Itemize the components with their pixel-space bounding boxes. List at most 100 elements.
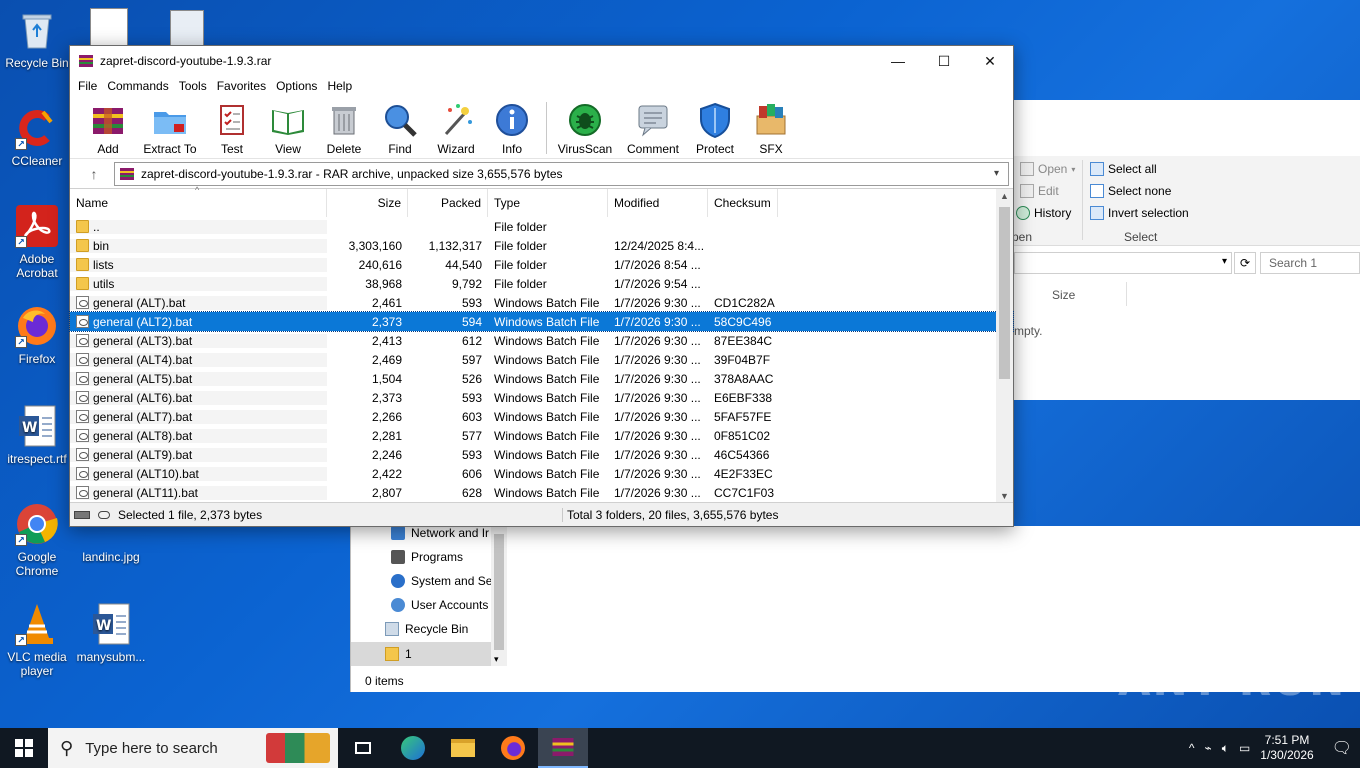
taskbar-edge[interactable] [388,728,438,768]
cell-name: general (ALT6).bat [70,390,327,405]
ribbon-open-button[interactable]: Open ▾ [1020,162,1075,176]
column-header-modified[interactable]: Modified [608,189,708,217]
taskbar-search-box[interactable]: ⚲ Type here to search [48,728,338,768]
nav-item-programs[interactable]: Programs [391,550,463,564]
file-row[interactable]: general (ALT2).bat 2,373 594 Windows Batch … [69,311,1014,332]
clock[interactable]: 7:51 PM 1/30/2026 [1260,733,1313,763]
archive-path-combobox[interactable]: zapret-discord-youtube-1.9.3.rar - RAR a… [114,161,1009,186]
column-header-type[interactable]: Type [488,189,608,217]
column-header-packed[interactable]: Packed [408,189,488,217]
find-button[interactable]: Find [374,102,426,158]
notifications-icon[interactable]: 🗨︎ [1332,738,1352,758]
file-row[interactable]: general (ALT10).bat 2,422 606 Windows Batch… [70,464,1013,483]
menu-commands[interactable]: Commands [102,79,173,93]
desktop-icon-vlc[interactable]: ↗ VLC media player [0,602,74,678]
svg-text:W: W [22,420,37,436]
menu-options[interactable]: Options [271,79,322,93]
ribbon-invert-selection-button[interactable]: Invert selection [1090,206,1189,220]
chevron-down-icon[interactable]: ▾ [494,654,499,665]
nav-item-network[interactable]: Network and Ir [391,526,489,540]
task-view-button[interactable] [338,728,388,768]
minimize-button[interactable]: — [875,46,921,76]
file-row[interactable]: .. File folder [70,217,1013,236]
nav-scrollbar[interactable]: ▾ [491,526,507,666]
file-row[interactable]: general (ALT11).bat 2,807 628 Windows Batch… [70,483,1013,502]
info-button[interactable]: Info [486,102,538,158]
scroll-down-arrow-icon[interactable]: ▼ [996,491,1013,501]
taskbar-firefox[interactable] [488,728,538,768]
nav-item-recycle-bin[interactable]: Recycle Bin [385,622,468,636]
start-button[interactable] [0,728,48,768]
cell-checksum: 87EE384C [714,333,773,348]
chevron-down-icon[interactable]: ▾ [994,168,1008,179]
batch-file-icon [76,410,89,423]
nav-item-folder-1[interactable]: 1 [351,642,491,666]
scrollbar-thumb[interactable] [999,207,1010,379]
refresh-icon[interactable]: ⟳ [1234,252,1256,274]
desktop-icon-itrespect[interactable]: W itrespect.rtf [0,404,74,466]
scroll-up-arrow-icon[interactable]: ▲ [996,191,1013,201]
file-row[interactable]: bin 3,303,160 1,132,317 File folder 12/24/20… [70,236,1013,255]
nav-item-user-accounts[interactable]: User Accounts [391,598,488,612]
menu-tools[interactable]: Tools [174,79,212,93]
column-header-size[interactable]: Size [327,189,408,217]
file-row[interactable]: general (ALT7).bat 2,266 603 Windows Batch … [70,407,1013,426]
file-row[interactable]: utils 38,968 9,792 File folder 1/7/2026 9:54… [70,274,1013,293]
view-button[interactable]: View [262,102,314,158]
up-arrow-icon[interactable]: ↑ [74,166,114,182]
comment-button[interactable]: Comment [621,102,685,158]
wizard-button[interactable]: Wizard [430,102,482,158]
cell-modified: 12/24/2025 8:4... [614,238,705,253]
folder-icon [451,739,475,757]
protect-button[interactable]: Protect [689,102,741,158]
desktop-icon-firefox[interactable]: ↗ Firefox [0,304,74,366]
chevron-down-icon[interactable]: ▾ [1222,256,1227,267]
close-button[interactable]: ✕ [967,46,1013,76]
test-button[interactable]: Test [206,102,258,158]
ribbon-select-all-button[interactable]: Select all [1090,162,1157,176]
cell-modified: 1/7/2026 9:30 ... [614,409,701,424]
network-icon[interactable]: ⌁ [1205,741,1212,755]
ribbon-history-button[interactable]: History [1016,206,1071,220]
column-header-checksum[interactable]: Checksum [708,189,778,217]
file-row[interactable]: general (ALT).bat 2,461 593 Windows Batch F… [70,293,1013,312]
explorer-size-column-header[interactable]: Size [1052,288,1075,302]
volume-icon[interactable]: 🔈︎ [1222,741,1229,756]
keyboard-icon[interactable]: ▭ [1239,741,1250,755]
cell-type: File folder [494,219,547,234]
desktop-icon-recycle-bin[interactable]: Recycle Bin [0,8,74,70]
desktop-icon-manysubm[interactable]: W manysubm... [74,602,148,664]
file-row[interactable]: general (ALT9).bat 2,246 593 Windows Batch … [70,445,1013,464]
menu-help[interactable]: Help [322,79,357,93]
explorer-search-input[interactable]: Search 1 [1260,252,1360,274]
cell-name: general (ALT5).bat [70,371,327,386]
vertical-scrollbar[interactable]: ▲ ▼ [996,189,1013,503]
extract-to-button[interactable]: Extract To [138,102,202,158]
menu-file[interactable]: File [73,79,102,93]
ribbon-edit-button[interactable]: Edit [1020,184,1059,198]
maximize-button[interactable]: ☐ [921,46,967,76]
nav-item-system-security[interactable]: System and Se [391,574,492,588]
file-row[interactable]: general (ALT3).bat 2,413 612 Windows Batch … [70,331,1013,350]
add-button[interactable]: Add [82,102,134,158]
taskbar-winrar[interactable] [538,728,588,768]
desktop-icon-google-chrome[interactable]: ↗ Google Chrome [0,502,74,578]
sfx-button[interactable]: SFX [745,102,797,158]
desktop-icon-adobe-acrobat[interactable]: ↗ Adobe Acrobat [0,204,74,280]
ribbon-select-none-button[interactable]: Select none [1090,184,1171,198]
virusscan-button[interactable]: VirusScan [553,102,617,158]
file-row[interactable]: general (ALT4).bat 2,469 597 Windows Batch … [70,350,1013,369]
nav-scrollbar-thumb[interactable] [494,534,504,650]
menu-favorites[interactable]: Favorites [212,79,271,93]
delete-button[interactable]: Delete [318,102,370,158]
file-row[interactable]: general (ALT6).bat 2,373 593 Windows Batch … [70,388,1013,407]
explorer-address-bar[interactable]: ▾ [1014,252,1232,274]
file-row[interactable]: general (ALT8).bat 2,281 577 Windows Batch … [70,426,1013,445]
desktop-icon-ccleaner[interactable]: ↗ CCleaner [0,106,74,168]
file-row[interactable]: general (ALT5).bat 1,504 526 Windows Batch … [70,369,1013,388]
chevron-up-icon[interactable]: ^ [1189,741,1195,755]
taskbar-file-explorer[interactable] [438,728,488,768]
cell-modified: 1/7/2026 9:30 ... [614,333,701,348]
winrar-titlebar[interactable]: zapret-discord-youtube-1.9.3.rar — ☐ ✕ [70,46,1013,76]
file-row[interactable]: lists 240,616 44,540 File folder 1/7/2026 8:… [70,255,1013,274]
